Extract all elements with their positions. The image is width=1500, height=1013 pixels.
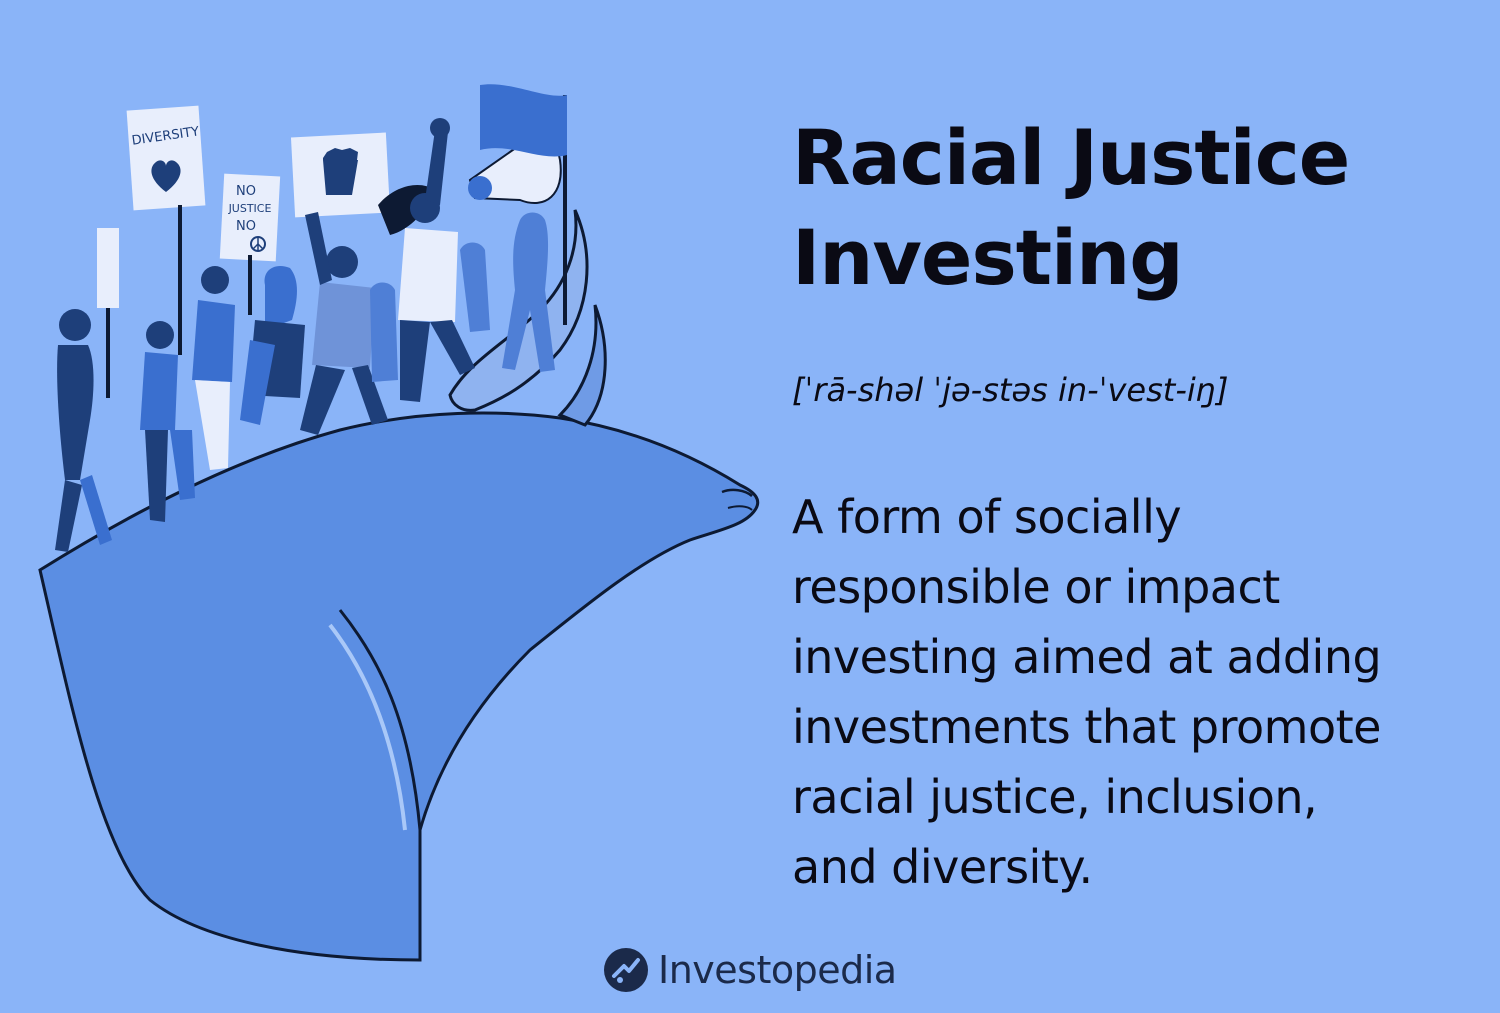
title-line-1: Racial Justice — [792, 113, 1350, 202]
brand-name: Investopedia — [658, 948, 897, 992]
definition-text: A form of socially responsible or impact… — [792, 482, 1482, 902]
investopedia-logo-icon — [604, 948, 648, 992]
definition-line-1: A form of socially — [792, 490, 1182, 544]
definition-line-4: investments that promote — [792, 700, 1381, 754]
pronunciation-text: [ˈrā-shəl ˈjə-stəs in-ˈvest-iŋ] — [792, 371, 1229, 409]
investopedia-logo: Investopedia — [602, 940, 897, 1000]
sign-no-text: NO — [236, 184, 256, 199]
definition-line-5: racial justice, inclusion, — [792, 770, 1318, 824]
bull-protest-illustration: DIVERSITY NO JUSTICE NO — [38, 84, 760, 962]
definition-line-3: investing aimed at adding — [792, 630, 1382, 684]
title-line-2: Investing — [792, 213, 1184, 302]
sign-no2-text: NO — [236, 219, 256, 234]
sign-justice-text: JUSTICE — [228, 202, 272, 215]
fist-icon — [323, 148, 358, 195]
bull-silhouette — [38, 411, 760, 962]
definition-line-6: and diversity. — [792, 840, 1093, 894]
definition-line-2: responsible or impact — [792, 560, 1280, 614]
infographic-canvas: DIVERSITY NO JUSTICE NO Racial Justice I… — [0, 0, 1500, 1013]
flag-icon — [480, 84, 567, 157]
page-title: Racial Justice Investing — [792, 108, 1472, 308]
